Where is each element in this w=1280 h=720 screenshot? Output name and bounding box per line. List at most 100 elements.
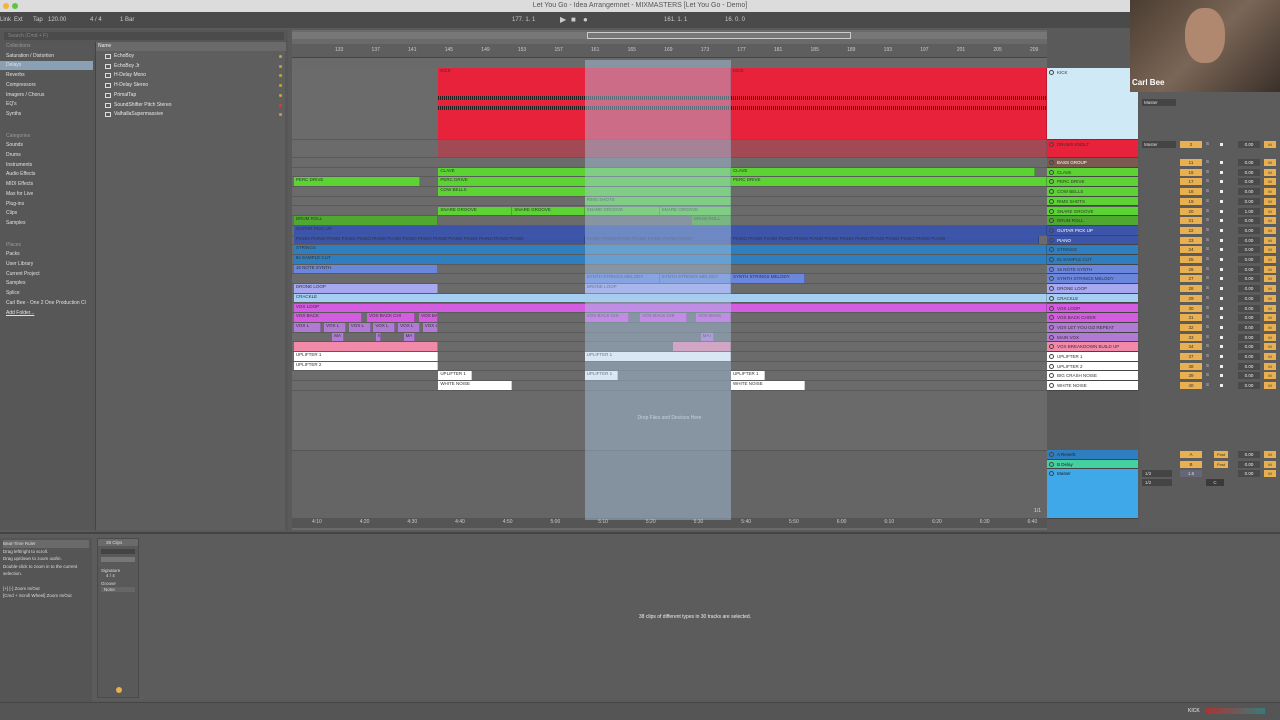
monitor-button[interactable]: M [1264, 207, 1276, 215]
track-activator-icon[interactable] [1049, 324, 1054, 330]
volume-field[interactable]: 0.00 [1238, 343, 1260, 351]
solo-button[interactable]: S [1206, 159, 1209, 164]
arm-button[interactable] [1220, 248, 1223, 252]
solo-button[interactable]: S [1206, 295, 1209, 300]
monitor-button[interactable]: M [1264, 285, 1276, 293]
track-activator-icon[interactable] [1049, 247, 1054, 253]
volume-field[interactable]: 0.00 [1238, 304, 1260, 312]
track-lane[interactable]: VOX L VOX L VOX L VOX L VOX L VOX L [292, 322, 1047, 333]
clip[interactable]: PIANO PIANO PIANO PIANO PIANO PIANO PIAN… [584, 235, 731, 245]
clip[interactable]: COW BELLS [438, 187, 731, 196]
monitor-button[interactable]: M [1264, 159, 1276, 166]
monitor-button[interactable]: M [1264, 246, 1276, 254]
track-header[interactable]: BASS GROUP [1047, 158, 1138, 168]
clip[interactable]: 16 NOTE SYNTH [293, 264, 439, 274]
monitor-button[interactable]: M [1264, 197, 1276, 205]
place-item[interactable]: Packs [0, 250, 93, 259]
arm-button[interactable] [1220, 355, 1223, 358]
monitor-button[interactable]: M [1264, 333, 1276, 341]
track-lane[interactable]: UPLIFTER 2 [292, 361, 1047, 372]
output-select[interactable]: Master [1142, 99, 1176, 106]
pan-knob[interactable]: C [1206, 479, 1224, 487]
solo-button[interactable]: S [1206, 141, 1209, 146]
clip[interactable]: PIANO PIANO PIANO PIANO PIANO PIANO PIAN… [293, 235, 585, 245]
track-lane[interactable]: 8s SAMPLE CUT [292, 255, 1048, 265]
place-item[interactable]: Add Folder... [0, 309, 93, 318]
arm-button[interactable] [1220, 258, 1223, 261]
arm-button[interactable] [1220, 364, 1223, 368]
solo-button[interactable]: S [1206, 246, 1209, 251]
track-number[interactable]: 29 [1180, 294, 1202, 302]
track-lane[interactable]: VOX BACK VOX BACK CHI VOX BACK VOX BACK CHI… [292, 313, 1047, 323]
clip[interactable]: DRONE LOOP [584, 284, 731, 293]
monitor-button[interactable]: M [1264, 275, 1276, 283]
volume-field[interactable]: 1.00 [1238, 207, 1260, 215]
solo-button[interactable]: S [1206, 188, 1209, 193]
track-header[interactable]: STRINGS [1047, 245, 1138, 255]
arm-button[interactable] [1220, 161, 1223, 164]
track-activator-icon[interactable] [1049, 383, 1054, 389]
arm-button[interactable] [1220, 209, 1223, 213]
monitor-button[interactable]: M [1264, 372, 1276, 380]
clip[interactable]: VOX L [422, 322, 439, 332]
clip[interactable]: SYNTH STRINGS MELODY [584, 274, 660, 284]
track-number[interactable]: 38 [1180, 362, 1202, 370]
track-activator-icon[interactable] [1049, 315, 1054, 321]
volume-field[interactable]: 0.00 [1238, 275, 1260, 283]
clip[interactable]: DRONE LOOP [293, 284, 439, 293]
arm-button[interactable] [1220, 238, 1223, 242]
clip[interactable]: VOX L [293, 322, 322, 332]
track-number[interactable]: 24 [1180, 246, 1202, 254]
track-lane[interactable]: COW BELLS [292, 187, 1047, 197]
track-header[interactable]: PIANO [1047, 235, 1138, 246]
category-item[interactable]: MIDI Effects [0, 180, 93, 189]
track-lane[interactable]: GUITAR PICK UP [292, 225, 1048, 236]
post-button[interactable]: Post [1214, 460, 1228, 468]
volume-field[interactable]: 0.00 [1238, 217, 1260, 225]
cue-out-select[interactable]: 1/2 [1142, 470, 1172, 478]
clip[interactable]: WHITE NOISE [730, 381, 806, 390]
track-lane[interactable]: STRINGS [292, 245, 1048, 255]
track-lane[interactable]: CRACKLE [292, 293, 1048, 304]
clip[interactable]: SNARE GROOVE [438, 206, 513, 216]
loop-length-field[interactable]: 16. 0. 0 [725, 12, 745, 28]
track-number[interactable]: 21 [1180, 217, 1202, 225]
clip[interactable] [438, 140, 731, 157]
track-number[interactable]: 16 [1180, 168, 1202, 176]
monitor-button[interactable]: M [1264, 470, 1276, 478]
favorite-icon[interactable] [279, 103, 282, 107]
track-activator-icon[interactable] [1049, 208, 1054, 214]
search-input[interactable]: Search (Cmd + F) [4, 32, 284, 40]
category-item[interactable]: Max for Live [0, 190, 93, 199]
monitor-button[interactable]: M [1264, 178, 1276, 186]
track-activator-icon[interactable] [1049, 334, 1054, 340]
track-number[interactable]: 20 [1180, 207, 1202, 215]
category-item[interactable]: Samples [0, 219, 93, 228]
solo-button[interactable]: S [1206, 382, 1209, 387]
clip[interactable]: KICK [730, 68, 1048, 139]
solo-button[interactable]: S [1206, 217, 1209, 222]
browser-item[interactable]: H-Delay Mono [96, 71, 286, 80]
track-header[interactable]: VOX BREAKDOWN BUILD UP [1047, 342, 1138, 352]
track-header[interactable]: CRACKLE [1047, 293, 1138, 304]
track-number[interactable]: 28 [1180, 285, 1202, 293]
beat-ruler[interactable]: 133 137 141 145 149 153 157 161 165 169 173 177 181 1… [292, 44, 1047, 58]
track-activator-icon[interactable] [1049, 179, 1054, 185]
arm-button[interactable] [1220, 287, 1223, 291]
clip-launch-icon[interactable] [116, 687, 122, 693]
tap-button[interactable]: Tap [33, 12, 43, 28]
volume-field[interactable]: 0.00 [1238, 226, 1260, 234]
track-activator-icon[interactable] [1049, 354, 1054, 359]
track-header[interactable]: COW BELLS [1047, 187, 1138, 197]
track-activator-icon[interactable] [1049, 363, 1054, 369]
clip[interactable] [293, 342, 439, 351]
track-lane[interactable]: SYNTH STRINGS MELODY SYNTH STRINGS MELODY… [292, 274, 1047, 285]
solo-button[interactable]: S [1206, 266, 1209, 271]
track-activator-icon[interactable] [1049, 237, 1054, 243]
track-header[interactable]: VOX LOOP [1047, 303, 1138, 314]
volume-field[interactable]: 0.00 [1238, 362, 1260, 370]
link-button[interactable]: Link [0, 12, 11, 28]
clip[interactable]: GUITAR PICK UP [293, 225, 1048, 235]
solo-button[interactable]: S [1206, 198, 1209, 203]
volume-field[interactable]: 0.00 [1238, 460, 1260, 468]
